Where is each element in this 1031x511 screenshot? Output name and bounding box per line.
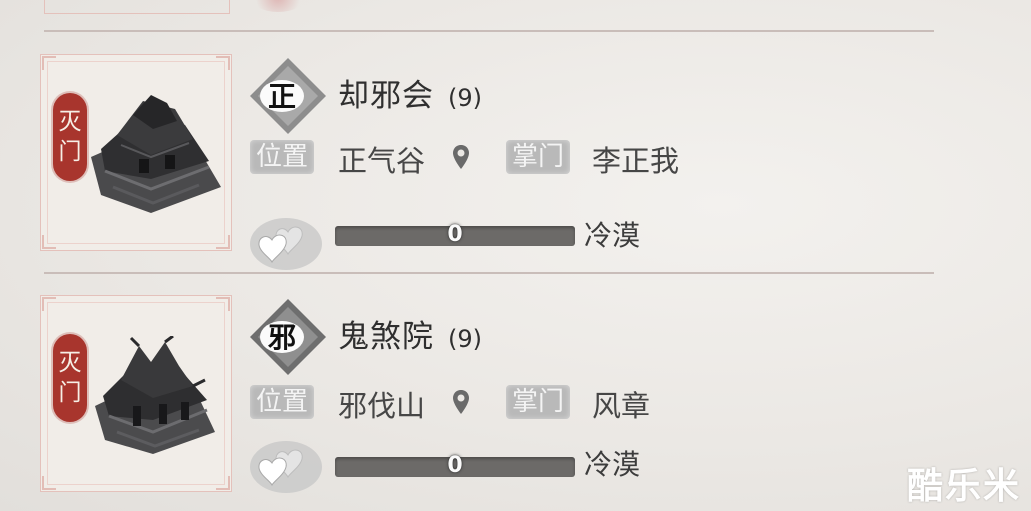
status-text-2: 灭门 <box>58 350 82 406</box>
sect-row[interactable]: 灭门 邪 鬼煞院 (9) 位置 邪伐山 掌门 风章 0 冷漠 <box>0 273 1031 503</box>
hearts-icon <box>250 218 322 270</box>
alignment-char: 邪 <box>267 321 296 354</box>
previous-card-seal <box>250 0 306 12</box>
sect-row[interactable]: 灭门 正 却邪会 (9) 位置 正气谷 掌门 李正我 0 冷漠 <box>0 32 1031 270</box>
mood-text: 冷漠 <box>584 219 641 252</box>
watermark: 酷乐米 <box>906 466 1021 507</box>
favor-value: 0 <box>447 222 463 247</box>
sect-thumbnail: 灭门 <box>40 295 232 492</box>
sect-name: 却邪会 (9) <box>338 70 482 115</box>
location-label: 位置 <box>250 385 315 419</box>
sect-name: 鬼煞院 (9) <box>338 311 482 356</box>
leader-label: 掌门 <box>506 140 571 174</box>
previous-card-frame <box>44 0 230 14</box>
sect-building-icon <box>91 95 221 213</box>
location-value: 正气谷 <box>338 144 426 178</box>
alignment-char: 正 <box>268 80 296 113</box>
map-pin-icon[interactable] <box>452 389 470 415</box>
favor-bar: 0 <box>335 453 575 478</box>
alignment-badge: 正 <box>250 58 326 134</box>
leader-label: 掌门 <box>506 385 571 419</box>
favor-bar: 0 <box>335 222 575 247</box>
sect-building-icon <box>95 336 215 454</box>
map-pin-icon[interactable] <box>452 144 470 170</box>
leader-value: 风章 <box>592 389 651 423</box>
location-value: 邪伐山 <box>338 389 426 423</box>
mood-text: 冷漠 <box>584 448 641 481</box>
alignment-badge: 邪 <box>250 299 326 375</box>
hearts-icon <box>250 441 322 493</box>
sect-count: (9) <box>448 84 482 112</box>
status-text-1: 灭门 <box>58 109 82 165</box>
location-label: 位置 <box>250 140 315 174</box>
leader-value: 李正我 <box>592 144 680 178</box>
sect-thumbnail: 灭门 <box>40 54 232 251</box>
favor-value: 0 <box>447 453 463 478</box>
sect-count: (9) <box>448 325 482 353</box>
sect-name-text: 却邪会 <box>338 78 434 114</box>
sect-name-text: 鬼煞院 <box>338 319 434 355</box>
